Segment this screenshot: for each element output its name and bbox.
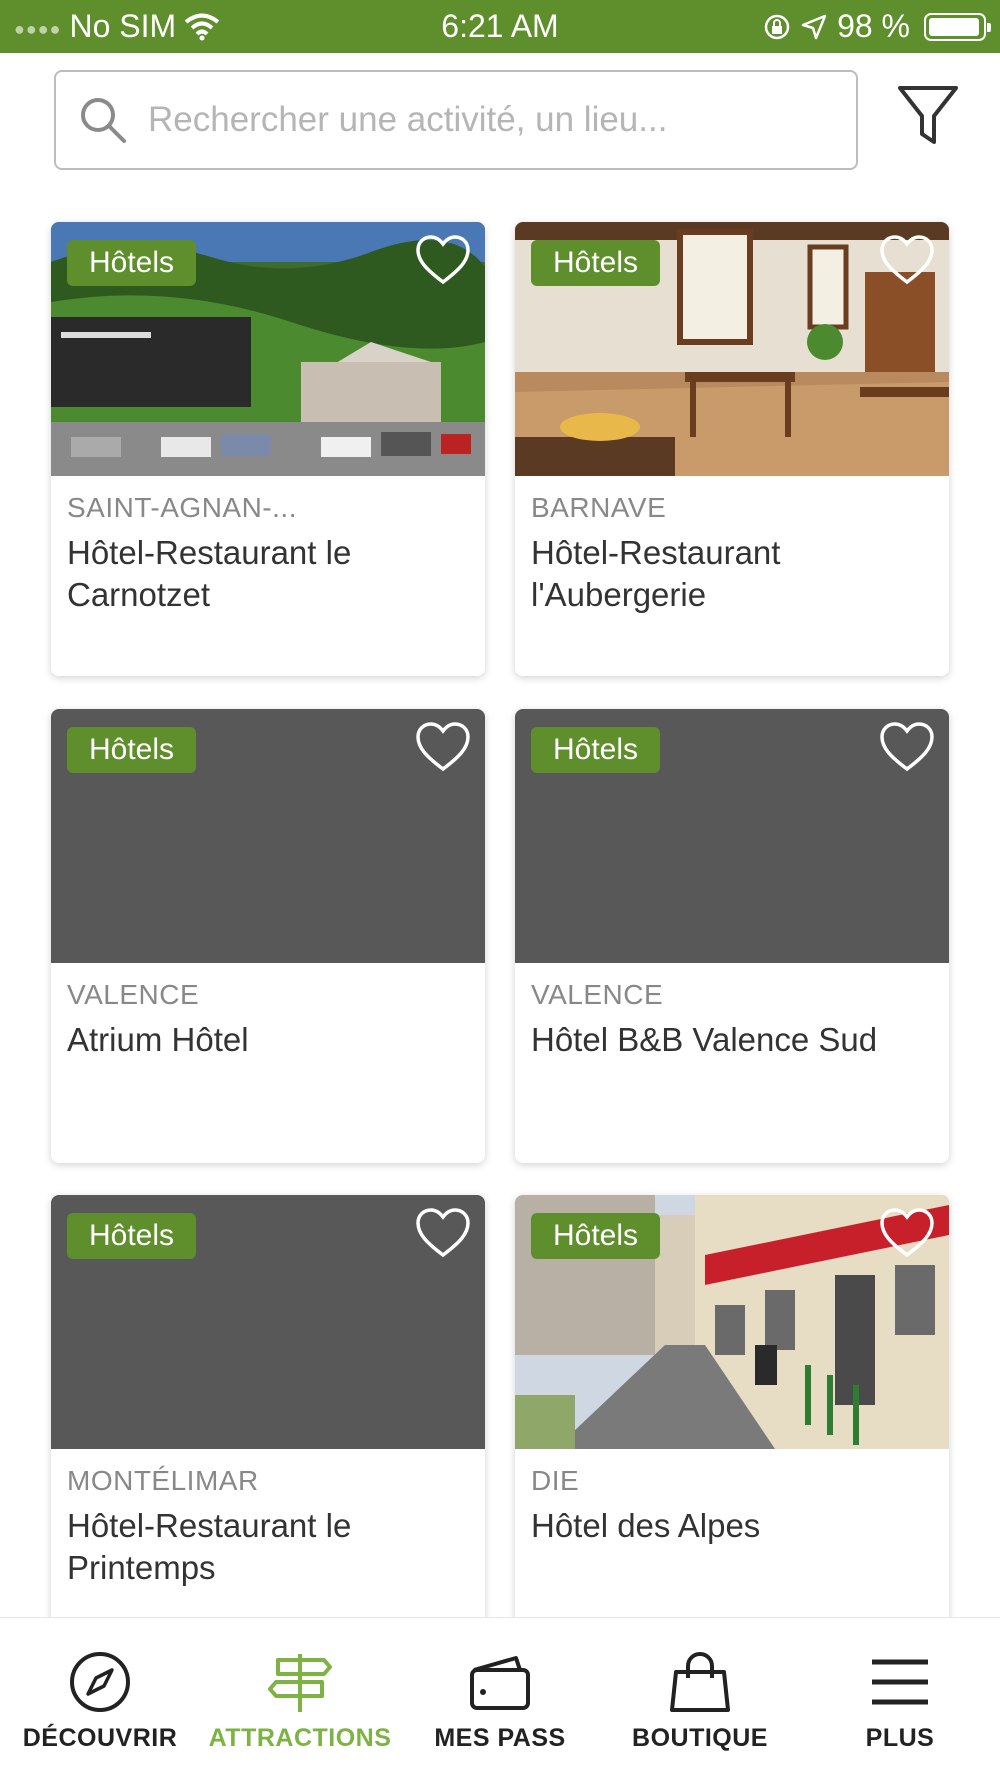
listing-name: Hôtel-Restaurant l'Aubergerie bbox=[531, 534, 781, 613]
nav-tab-decouvrir[interactable]: DÉCOUVRIR bbox=[0, 1618, 200, 1778]
favorite-heart-icon[interactable] bbox=[879, 1207, 935, 1259]
shopping-bag-icon bbox=[670, 1652, 730, 1712]
listing-card[interactable]: Hôtels MONTÉLIMAR Hôtel-Restaurant le Pr… bbox=[51, 1195, 485, 1649]
orientation-lock-icon bbox=[764, 14, 790, 39]
listing-city: MONTÉLIMAR bbox=[67, 1465, 259, 1496]
listing-card[interactable]: Hôtels VALENCE Atrium Hôtel bbox=[51, 709, 485, 1163]
search-bar[interactable] bbox=[54, 70, 858, 170]
listing-name: Hôtel-Restaurant le Printemps bbox=[67, 1507, 352, 1586]
listing-card[interactable]: Hôtels DIE Hôtel des Alpes bbox=[515, 1195, 949, 1649]
listing-card[interactable]: Hôtels VALENCE Hôtel B&B Valence Sud bbox=[515, 709, 949, 1163]
favorite-heart-icon[interactable] bbox=[879, 234, 935, 286]
nav-label: DÉCOUVRIR bbox=[22, 1724, 178, 1752]
category-badge: Hôtels bbox=[67, 1213, 197, 1259]
listing-card[interactable]: Hôtels SAINT-AGNAN-... Hôtel-Restaurant … bbox=[51, 222, 485, 676]
nav-tab-mes-pass[interactable]: MES PASS bbox=[400, 1618, 600, 1778]
filter-icon[interactable] bbox=[896, 82, 960, 152]
favorite-heart-icon[interactable] bbox=[415, 234, 471, 286]
listing-name: Hôtel B&B Valence Sud bbox=[531, 1021, 878, 1058]
nav-label: BOUTIQUE bbox=[632, 1724, 768, 1752]
listing-city: VALENCE bbox=[67, 979, 200, 1010]
compass-icon bbox=[70, 1652, 130, 1712]
battery-icon bbox=[924, 12, 991, 41]
battery-percent: 98 % bbox=[837, 8, 910, 44]
listing-name: Hôtel des Alpes bbox=[531, 1507, 761, 1544]
category-badge: Hôtels bbox=[531, 240, 661, 286]
listing-city: BARNAVE bbox=[531, 492, 667, 523]
status-bar: ●●●● No SIM 6:21 AM 98 % bbox=[0, 0, 1000, 53]
location-arrow-icon bbox=[801, 14, 827, 39]
wallet-icon bbox=[470, 1656, 530, 1710]
favorite-heart-icon[interactable] bbox=[879, 721, 935, 773]
category-badge: Hôtels bbox=[531, 1213, 661, 1259]
favorite-heart-icon[interactable] bbox=[415, 721, 471, 773]
nav-tab-boutique[interactable]: BOUTIQUE bbox=[600, 1618, 800, 1778]
status-right: 98 % bbox=[763, 8, 991, 45]
category-badge: Hôtels bbox=[531, 727, 661, 773]
menu-icon bbox=[872, 1659, 928, 1705]
category-badge: Hôtels bbox=[67, 727, 197, 773]
listing-city: VALENCE bbox=[531, 979, 664, 1010]
signpost-icon bbox=[268, 1654, 332, 1712]
search-icon bbox=[81, 98, 126, 143]
listing-name: Atrium Hôtel bbox=[67, 1021, 249, 1058]
favorite-heart-icon[interactable] bbox=[415, 1207, 471, 1259]
listing-card[interactable]: Hôtels BARNAVE Hôtel-Restaurant l'Auberg… bbox=[515, 222, 949, 676]
listing-city: SAINT-AGNAN-... bbox=[67, 492, 297, 523]
nav-tab-attractions[interactable]: ATTRACTIONS bbox=[200, 1618, 400, 1778]
search-input[interactable] bbox=[148, 100, 828, 140]
listing-city: DIE bbox=[531, 1465, 580, 1496]
nav-label: ATTRACTIONS bbox=[208, 1724, 392, 1752]
listing-name: Hôtel-Restaurant le Carnotzet bbox=[67, 534, 352, 613]
nav-label: PLUS bbox=[865, 1724, 935, 1752]
category-badge: Hôtels bbox=[67, 240, 197, 286]
bottom-nav: DÉCOUVRIR ATTRACTIONS MES PASS BOUTIQUE … bbox=[0, 1617, 1000, 1778]
nav-tab-plus[interactable]: PLUS bbox=[800, 1618, 1000, 1778]
nav-label: MES PASS bbox=[434, 1724, 566, 1752]
